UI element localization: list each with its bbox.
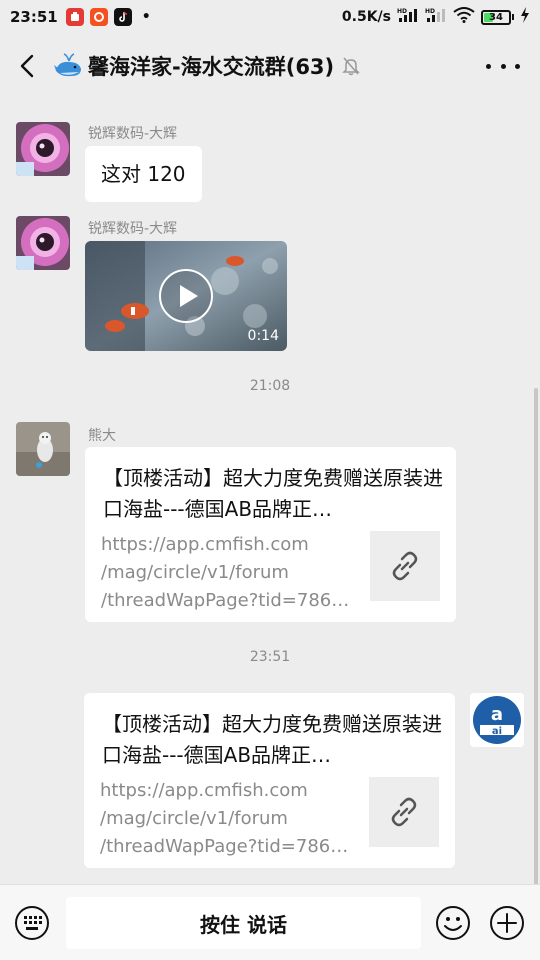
link-url: https://app.cmfish.com /mag/circle/v1/fo… <box>100 780 349 857</box>
more-functions-button[interactable] <box>489 905 525 941</box>
play-button[interactable] <box>159 269 213 323</box>
svg-text:HD: HD <box>397 8 407 15</box>
link-title: 【顶楼活动】超大力度免费赠送原装进口海盐---德国AB品牌正… <box>103 466 443 521</box>
back-arrow-icon <box>20 54 34 78</box>
chat-title: 馨海洋家-海水交流群(63) <box>54 51 360 81</box>
mute-bell-icon <box>342 56 360 76</box>
sender-name: 锐辉数码-大辉 <box>88 221 178 237</box>
svg-text:a: a <box>491 704 503 725</box>
back-button[interactable] <box>0 34 54 98</box>
plus-icon <box>490 906 524 940</box>
title-bar: 馨海洋家-海水交流群(63) <box>0 34 540 98</box>
hd-signal-icon: HD <box>397 7 419 27</box>
wifi-icon <box>453 7 475 27</box>
status-time: 23:51 <box>10 8 58 26</box>
keyboard-button[interactable] <box>14 905 50 941</box>
battery-level: 34 <box>489 11 503 23</box>
keyboard-icon <box>15 906 49 940</box>
avatar[interactable]: a ai <box>470 693 524 747</box>
link-icon <box>370 531 440 601</box>
play-icon <box>179 285 198 307</box>
video-message[interactable]: 0:14 <box>85 241 287 351</box>
charging-icon <box>520 7 530 27</box>
link-title: 【顶楼活动】超大力度免费赠送原装进口海盐---德国AB品牌正… <box>102 712 442 767</box>
timestamp: 23:51 <box>249 649 291 665</box>
input-bar: 按住 说话 <box>0 884 540 960</box>
red-app-icon <box>65 8 84 26</box>
avatar[interactable] <box>16 216 70 270</box>
emoji-icon <box>436 906 470 940</box>
link-url: https://app.cmfish.com /mag/circle/v1/fo… <box>101 534 350 611</box>
tiktok-icon <box>113 8 132 26</box>
svg-text:HD: HD <box>425 8 435 15</box>
message-bubble[interactable]: 这对 120 <box>85 146 202 202</box>
net-speed: 0.5K/s <box>341 9 391 25</box>
more-options-button[interactable] <box>486 54 520 78</box>
sender-name: 锐辉数码-大辉 <box>88 126 178 142</box>
video-duration: 0:14 <box>247 328 279 344</box>
scrollbar[interactable] <box>534 388 538 888</box>
timestamp: 21:08 <box>249 378 291 394</box>
link-icon <box>369 777 439 847</box>
avatar[interactable] <box>16 122 70 176</box>
link-card[interactable]: 【顶楼活动】超大力度免费赠送原装进口海盐---德国AB品牌正… https://… <box>84 693 455 868</box>
message-text: 这对 120 <box>101 162 186 186</box>
avatar[interactable] <box>16 422 70 476</box>
hold-to-talk-button[interactable]: 按住 说话 <box>66 897 421 949</box>
message-list[interactable]: 锐辉数码-大辉 这对 120 锐辉数码-大辉 0:14 21:08 熊大 【顶楼… <box>0 98 540 888</box>
link-card[interactable]: 【顶楼活动】超大力度免费赠送原装进口海盐---德国AB品牌正… https://… <box>85 447 456 622</box>
battery-icon: 34 <box>481 9 514 25</box>
chat-title-text: 馨海洋家-海水交流群(63) <box>88 55 335 79</box>
status-bar: 23:51 • 0.5K/s HD HD 34 <box>0 0 540 34</box>
svg-text:ai: ai <box>492 726 502 737</box>
whale-icon <box>54 53 84 79</box>
hold-to-talk-label: 按住 说话 <box>200 912 287 937</box>
emoji-button[interactable] <box>435 905 471 941</box>
status-indicators: 0.5K/s HD HD 34 <box>342 7 530 27</box>
sender-name: 熊大 <box>88 428 116 444</box>
orange-app-icon <box>89 8 108 26</box>
hd-signal-icon: HD <box>425 7 447 27</box>
status-dot: • <box>141 9 151 25</box>
